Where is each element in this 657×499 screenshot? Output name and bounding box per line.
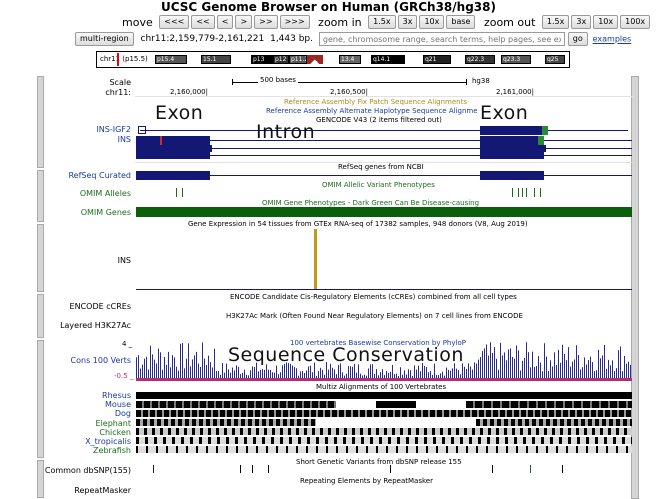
- species-label-x-tropicalis[interactable]: X_tropicalis: [85, 437, 131, 446]
- zoom-in-base-button[interactable]: base: [446, 15, 476, 29]
- multiz-alignment-blocks[interactable]: [136, 392, 632, 455]
- go-button[interactable]: go: [567, 32, 588, 46]
- encode-track-title: ENCODE Candidate Cis-Regulatory Elements…: [230, 293, 517, 301]
- chromosome-ideogram[interactable]: chr11 (p15.5) p15.4 15.1 p13 p12 p11.2 1…: [96, 51, 570, 68]
- ideogram-band: q22.3: [465, 55, 495, 64]
- zoom-out-3x-button[interactable]: 3x: [571, 15, 592, 29]
- ruler-chrom-label: chr11:: [105, 88, 131, 97]
- zoom-out-100x-button[interactable]: 100x: [620, 15, 651, 29]
- omim-genes-track-label[interactable]: OMIM Genes: [81, 208, 131, 217]
- track-gutter[interactable]: [37, 340, 44, 458]
- refseq-track-label[interactable]: RefSeq Curated: [68, 171, 131, 180]
- omim-alleles-track-label[interactable]: OMIM Alleles: [80, 189, 131, 198]
- h3k27ac-track-title: H3K27Ac Mark (Often Found Near Regulator…: [226, 312, 523, 320]
- dbsnp-track-title: Short Genetic Variants from dbSNP releas…: [296, 458, 462, 466]
- zoom-out-label: zoom out: [483, 15, 536, 29]
- repeat-track-title: Repeating Elements by RepeatMasker: [300, 477, 433, 485]
- refseq-track-title: RefSeq genes from NCBI: [338, 163, 424, 171]
- ideogram-band: q25: [545, 55, 565, 64]
- right-gutter[interactable]: [631, 76, 639, 499]
- ideogram-band: p15.4: [155, 55, 187, 64]
- repeat-track-label[interactable]: RepeatMasker: [74, 486, 131, 495]
- ideogram-chrom-label: chr11 (p15.5): [100, 55, 148, 63]
- h3k27ac-track-label[interactable]: Layered H3K27Ac: [60, 321, 131, 330]
- zoom-out-1-5x-button[interactable]: 1.5x: [541, 15, 570, 29]
- species-label-zebrafish[interactable]: Zebrafish: [93, 446, 131, 455]
- species-label-dog[interactable]: Dog: [115, 409, 131, 418]
- ideogram-band: q23.3: [501, 55, 531, 64]
- omim-genes-track-title: OMIM Gene Phenotypes - Dark Green Can Be…: [262, 199, 480, 207]
- ideogram-band: 15.1: [201, 55, 231, 64]
- gencode-track-title: GENCODE V43 (2 items filtered out): [316, 116, 442, 124]
- ideogram-band: q14.1: [371, 55, 405, 64]
- exon-annotation-right: Exon: [480, 102, 529, 124]
- position-size: 1,443 bp.: [270, 34, 314, 44]
- app-title: UCSC Genome Browser on Human (GRCh38/hg3…: [161, 0, 496, 14]
- ruler-tick: 2,160,500|: [330, 88, 368, 96]
- move-small-right-button[interactable]: >: [235, 15, 253, 29]
- cons-max-label: 4 _: [122, 340, 133, 348]
- exon-annotation-left: Exon: [155, 102, 204, 124]
- track-gutter[interactable]: [37, 224, 44, 292]
- scale-bar-label: 500 bases: [258, 76, 298, 84]
- gtex-baseline: [136, 289, 632, 290]
- move-right-button[interactable]: >>: [254, 15, 278, 29]
- scale-label: Scale: [109, 78, 131, 87]
- zoom-in-1-5x-button[interactable]: 1.5x: [368, 15, 396, 29]
- move-far-left-button[interactable]: <<<: [159, 15, 190, 29]
- omim-gene-bar[interactable]: [136, 207, 632, 217]
- ideogram-band: 13.4: [339, 55, 361, 64]
- position-text: chr11:2,159,779-2,161,221: [140, 34, 265, 44]
- track-gutter[interactable]: [37, 76, 44, 168]
- multiz-track-title: Multiz Alignments of 100 Vertebrates: [316, 383, 447, 391]
- search-input[interactable]: [318, 32, 565, 46]
- move-small-left-button[interactable]: <: [216, 15, 234, 29]
- species-label-elephant[interactable]: Elephant: [96, 419, 131, 428]
- conservation-annotation: Sequence Conservation: [228, 344, 464, 366]
- species-label-chicken[interactable]: Chicken: [99, 428, 131, 437]
- zoom-in-3x-button[interactable]: 3x: [397, 15, 418, 29]
- gtex-expression-bar[interactable]: [314, 229, 317, 289]
- fix-patch-track-title: Reference Assembly Fix Patch Sequence Al…: [284, 98, 467, 106]
- centromere: [307, 55, 323, 64]
- zoom-in-label: zoom in: [318, 15, 362, 29]
- dbsnp-track-label[interactable]: Common dbSNP(155): [45, 466, 131, 475]
- gene-label-ins[interactable]: INS: [118, 135, 131, 144]
- ideogram-band: p11.2: [289, 55, 307, 64]
- ideogram-band: q21: [423, 55, 451, 64]
- zoom-in-10x-button[interactable]: 10x: [419, 15, 445, 29]
- position-row: multi-region chr11:2,159,779-2,161,221 1…: [75, 32, 631, 46]
- ruler-tick: 2,161,000|: [496, 88, 534, 96]
- ruler-tick: 2,160,000|: [170, 88, 208, 96]
- encode-track-label[interactable]: ENCODE cCREs: [70, 302, 131, 311]
- zoom-out-10x-button[interactable]: 10x: [593, 15, 619, 29]
- move-label: move: [122, 15, 153, 29]
- ideogram-band: p13: [251, 55, 273, 64]
- ideogram-band: p12: [273, 55, 289, 64]
- examples-link[interactable]: examples: [593, 35, 632, 44]
- alt-haplotype-track-title: Reference Assembly Alternate Haplotype S…: [266, 107, 478, 115]
- species-label-mouse[interactable]: Mouse: [105, 400, 131, 409]
- track-gutter[interactable]: [37, 294, 44, 338]
- gene-label-ins-igf2[interactable]: INS-IGF2: [96, 125, 131, 134]
- move-left-button[interactable]: <<: [191, 15, 215, 29]
- multi-region-button[interactable]: multi-region: [75, 32, 134, 46]
- assembly-label: hg38: [472, 77, 490, 85]
- omim-alleles-track-title: OMIM Allelic Variant Phenotypes: [322, 181, 435, 189]
- track-gutter[interactable]: [37, 170, 44, 222]
- move-far-right-button[interactable]: >>>: [279, 15, 310, 29]
- cons-min-label: -0.5 _: [114, 372, 134, 380]
- track-gutter[interactable]: [37, 460, 44, 498]
- intron-annotation: Intron: [256, 121, 316, 143]
- cons-track-label[interactable]: Cons 100 Verts: [71, 356, 131, 365]
- species-label-rhesus[interactable]: Rhesus: [102, 391, 131, 400]
- ideogram-position-marker: [117, 53, 119, 66]
- nav-row: move <<< << < > >> >>> zoom in 1.5x 3x 10x base …: [119, 15, 652, 29]
- gtex-track-title: Gene Expression in 54 tissues from GTEx …: [188, 220, 528, 228]
- gtex-track-label[interactable]: INS: [118, 256, 131, 265]
